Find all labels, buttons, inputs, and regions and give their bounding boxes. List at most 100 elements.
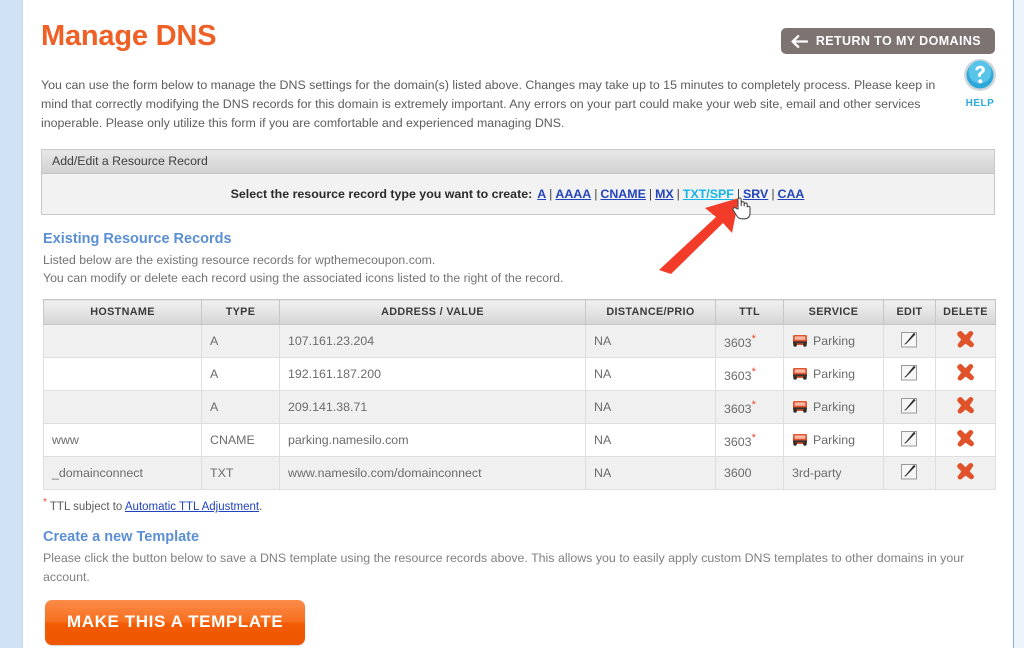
make-this-a-template-button[interactable]: MAKE THIS A TEMPLATE xyxy=(45,600,306,646)
automatic-ttl-adjustment-link[interactable]: Automatic TTL Adjustment xyxy=(125,501,259,513)
intro-paragraph: You can use the form below to manage the… xyxy=(41,78,936,130)
return-button-label: RETURN TO MY DOMAINS xyxy=(815,34,981,48)
cell-edit xyxy=(883,357,936,392)
cell-address-value: www.namesilo.com/domainconnect xyxy=(279,456,586,491)
record-type-separator: | xyxy=(648,186,653,201)
edit-pencil-icon[interactable] xyxy=(900,396,919,415)
table-header-row: HOSTNAME TYPE ADDRESS / VALUE DISTANCE/P… xyxy=(43,299,996,326)
page-header: Manage DNS RETURN TO MY DOMAINS xyxy=(41,22,995,70)
cell-hostname xyxy=(43,390,202,425)
cell-edit xyxy=(883,423,936,458)
cell-ttl: 3603* xyxy=(715,357,784,392)
ttl-asterisk: * xyxy=(751,431,756,444)
ttl-asterisk: * xyxy=(751,398,756,411)
cell-delete xyxy=(935,390,996,425)
edit-pencil-icon[interactable] xyxy=(900,462,919,481)
parking-bus-icon xyxy=(792,433,808,447)
delete-x-icon[interactable] xyxy=(956,330,975,349)
column-header-distance-prio: DISTANCE/PRIO xyxy=(585,299,716,326)
record-type-separator: | xyxy=(594,186,598,201)
cell-edit xyxy=(883,456,936,491)
edit-pencil-icon[interactable] xyxy=(900,330,919,349)
ttl-value: 3600 xyxy=(724,466,752,481)
record-type-link-caa[interactable]: CAA xyxy=(778,187,805,201)
table-row: _domainconnect TXT www.namesilo.com/domain… xyxy=(43,456,996,491)
record-type-link-txt-spf[interactable]: TXT/SPF xyxy=(683,187,734,201)
cell-distance-prio: NA xyxy=(585,456,716,491)
cell-service: Parking xyxy=(783,423,884,458)
service-content: Parking xyxy=(792,433,875,447)
content-area: Manage DNS RETURN TO MY DOMAINS You can … xyxy=(23,0,1013,648)
edit-pencil-icon[interactable] xyxy=(900,363,919,382)
column-header-ttl: TTL xyxy=(715,299,784,326)
cell-service: Parking xyxy=(783,324,884,359)
cell-delete xyxy=(935,357,996,392)
panel-heading: Add/Edit a Resource Record xyxy=(42,149,994,174)
edit-pencil-icon[interactable] xyxy=(900,429,919,448)
cell-address-value: 209.141.38.71 xyxy=(279,390,586,425)
cell-address-value: 192.161.187.200 xyxy=(279,357,586,392)
column-header-hostname: HOSTNAME xyxy=(43,299,202,326)
column-header-delete: DELETE xyxy=(935,299,996,326)
delete-x-icon[interactable] xyxy=(956,363,975,382)
column-header-address-value: ADDRESS / VALUE xyxy=(279,299,586,326)
record-type-link-mx[interactable]: MX xyxy=(655,187,674,201)
service-label: Parking xyxy=(813,433,856,448)
cell-service: Parking xyxy=(783,390,884,425)
footnote-end: . xyxy=(259,501,263,514)
left-arrow-icon xyxy=(791,34,808,48)
record-type-separator: | xyxy=(736,186,741,201)
footnote-text: TTL subject to xyxy=(46,501,125,514)
cell-ttl: 3603* xyxy=(715,390,784,425)
cell-delete xyxy=(935,456,996,491)
page-container: Manage DNS RETURN TO MY DOMAINS You can … xyxy=(22,0,1014,648)
parking-bus-icon xyxy=(792,334,808,348)
cell-distance-prio: NA xyxy=(585,390,716,425)
delete-x-icon[interactable] xyxy=(956,462,975,481)
table-row: A 107.161.23.204 NA 3603* Parking xyxy=(43,324,996,359)
ttl-value: 3603 xyxy=(724,401,752,416)
delete-x-icon[interactable] xyxy=(956,396,975,415)
question-mark-circle-icon xyxy=(963,59,997,96)
table-body: A 107.161.23.204 NA 3603* Parking A 192.161.18… xyxy=(43,324,996,491)
cell-service: 3rd-party xyxy=(783,456,884,491)
cell-type: A xyxy=(201,324,280,359)
cell-edit xyxy=(883,390,936,425)
record-type-link-srv[interactable]: SRV xyxy=(743,187,768,201)
ttl-asterisk: * xyxy=(751,365,756,378)
cell-edit xyxy=(883,324,936,359)
record-type-link-list: A | AAAA | CNAME | MX | TXT/SPF | SRV | CAA xyxy=(536,187,805,201)
table-row: A 209.141.38.71 NA 3603* Parking xyxy=(43,390,996,425)
service-label: Parking xyxy=(813,334,856,349)
cell-ttl: 3603* xyxy=(715,324,784,359)
cell-type: A xyxy=(201,357,280,392)
record-type-link-aaaa[interactable]: AAAA xyxy=(555,187,591,201)
parking-bus-icon xyxy=(792,400,808,414)
ttl-asterisk: * xyxy=(751,332,756,345)
record-type-link-cname[interactable]: CNAME xyxy=(600,187,645,201)
cell-distance-prio: NA xyxy=(585,324,716,359)
help-button[interactable]: HELP xyxy=(953,58,1007,109)
service-content: Parking xyxy=(792,367,875,381)
return-to-my-domains-button[interactable]: RETURN TO MY DOMAINS xyxy=(780,28,995,54)
cell-type: TXT xyxy=(201,456,280,491)
add-edit-resource-record-panel: Add/Edit a Resource Record Select the re… xyxy=(41,148,995,215)
record-type-separator: | xyxy=(771,186,775,201)
ttl-value: 3603 xyxy=(724,335,752,350)
create-template-heading: Create a new Template xyxy=(43,529,200,546)
service-label: Parking xyxy=(813,367,856,382)
panel-heading-label: Add/Edit a Resource Record xyxy=(52,154,208,169)
service-content: 3rd-party xyxy=(792,466,875,480)
delete-x-icon[interactable] xyxy=(956,429,975,448)
record-type-link-a[interactable]: A xyxy=(537,187,546,201)
ttl-value: 3603 xyxy=(724,368,752,383)
record-type-prompt: Select the resource record type you want… xyxy=(230,186,533,201)
column-header-type: TYPE xyxy=(201,299,280,326)
record-type-separator: | xyxy=(676,186,680,201)
cell-hostname xyxy=(43,357,202,392)
cell-delete xyxy=(935,423,996,458)
table-row: A 192.161.187.200 NA 3603* Parking xyxy=(43,357,996,392)
parking-bus-icon xyxy=(792,367,808,381)
panel-body: Select the resource record type you want… xyxy=(42,174,994,214)
existing-records-note-1: Listed below are the existing resource r… xyxy=(43,252,436,267)
